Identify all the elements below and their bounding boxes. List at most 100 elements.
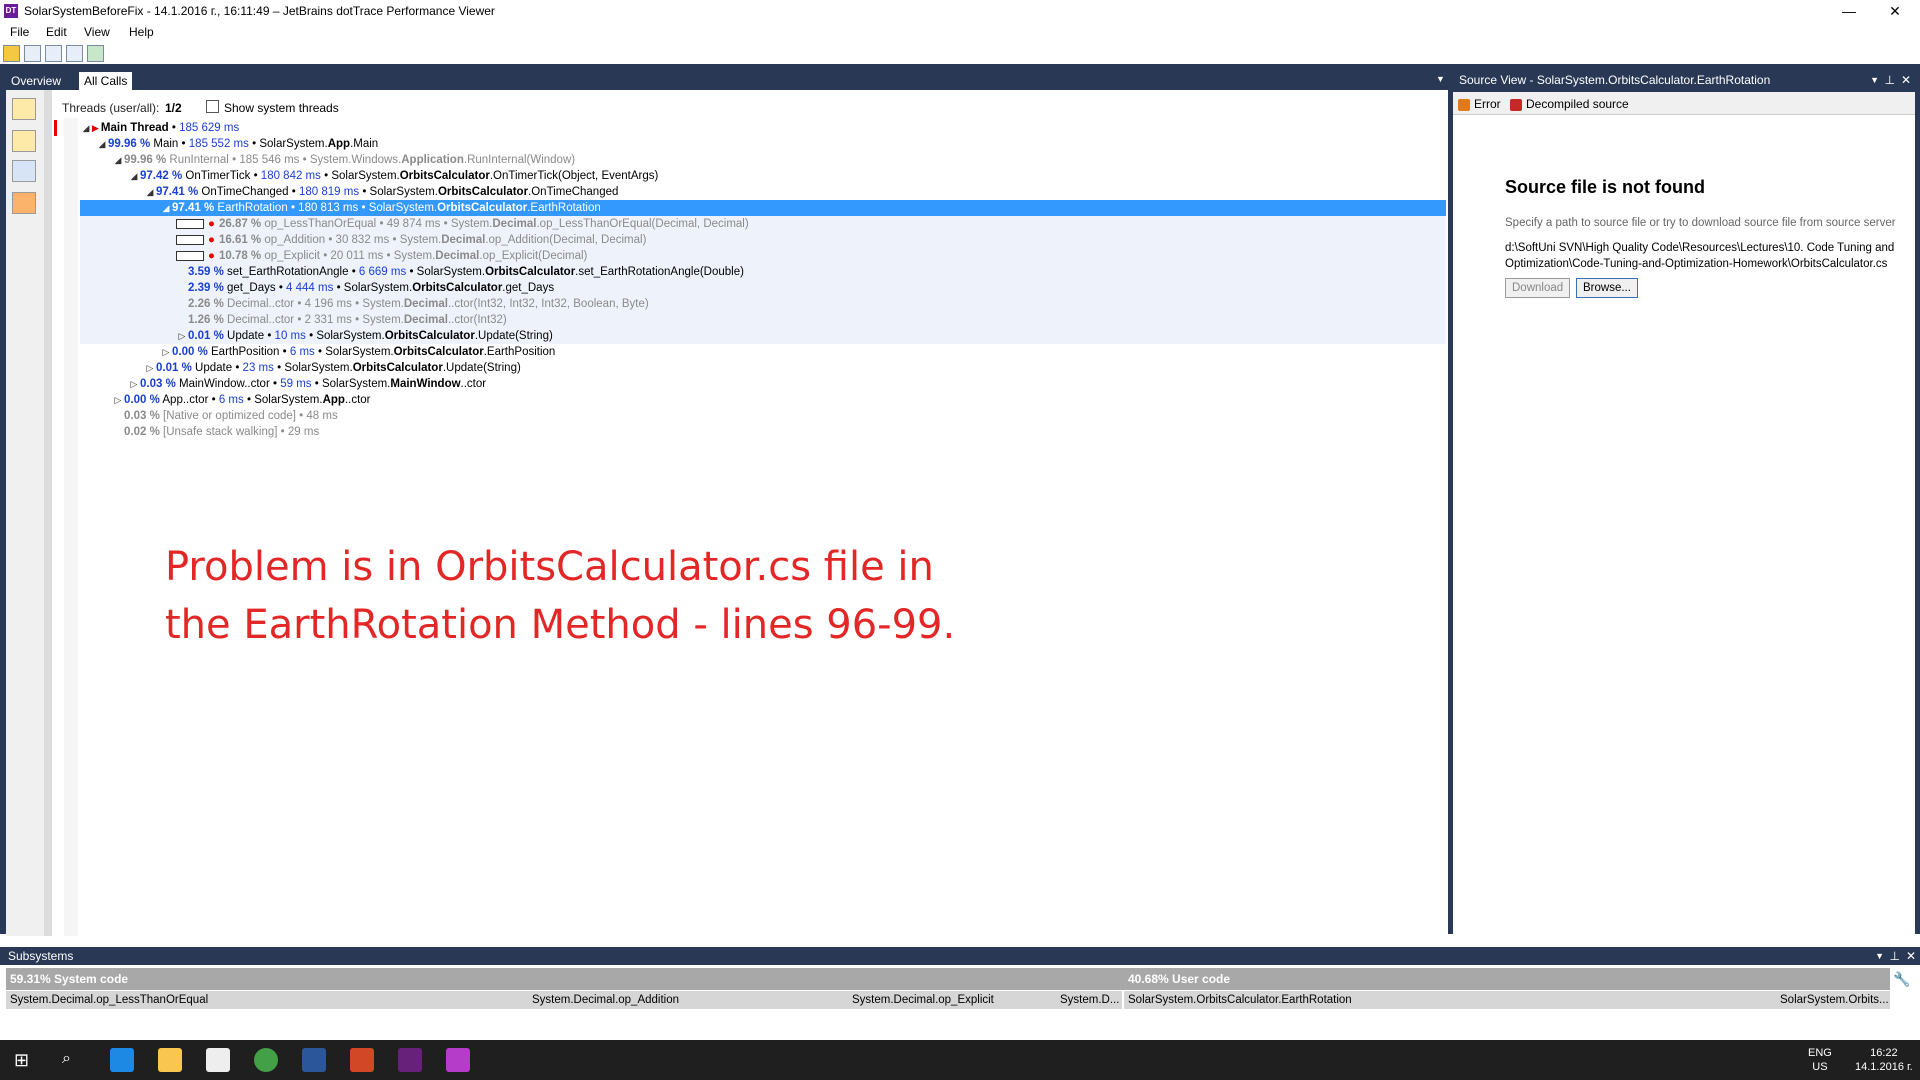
call-tree-row[interactable]: 1.26 % Decimal..ctor • 2 331 ms • System… xyxy=(80,312,1446,328)
edge-icon[interactable] xyxy=(110,1048,134,1072)
dottrace-icon[interactable] xyxy=(446,1048,470,1072)
sig-post: .Update(String) xyxy=(474,330,553,342)
sig-post: .set_EarthRotationAngle(Double) xyxy=(575,266,744,278)
subsystem-cell[interactable]: System.D... xyxy=(1056,991,1123,1009)
show-system-threads-label: Show system threads xyxy=(224,101,339,115)
tab-overview[interactable]: Overview xyxy=(6,72,66,90)
call-tree-row[interactable]: ▷ 0.01 % Update • 10 ms • SolarSystem.Orb… xyxy=(80,328,1446,344)
expand-toggle-icon[interactable]: ◢ xyxy=(80,120,92,136)
tab-all-calls[interactable]: All Calls xyxy=(79,72,133,90)
subsystems-pin-icon[interactable]: ⊥ xyxy=(1890,947,1900,965)
call-tree-row[interactable]: 2.39 % get_Days • 4 444 ms • SolarSystem… xyxy=(80,280,1446,296)
row-name: Main xyxy=(153,138,179,150)
menu-edit[interactable]: Edit xyxy=(46,25,67,39)
subsystem-cell[interactable]: SolarSystem.Orbits... xyxy=(1776,991,1891,1009)
row-signature: System.Decimal.op_Addition(Decimal, Deci… xyxy=(400,234,647,246)
store-icon[interactable] xyxy=(206,1048,230,1072)
call-tree-row[interactable]: 0.03 % [Native or optimized code] • 48 m… xyxy=(0,408,338,424)
call-tree-row[interactable]: ▷ 0.01 % Update • 23 ms • SolarSystem.Orb… xyxy=(0,360,521,376)
call-tree-row[interactable]: ● 16.61 % op_Addition • 30 832 ms • Syste… xyxy=(80,232,1446,248)
row-name: MainWindow..ctor xyxy=(179,378,270,390)
user-code-bar[interactable]: 40.68% User code xyxy=(1124,968,1891,990)
call-tree-row[interactable]: ▷ 0.00 % App..ctor • 6 ms • SolarSystem.A… xyxy=(0,392,371,408)
language-indicator[interactable]: ENG US xyxy=(1808,1046,1832,1074)
sig-class: OrbitsCalculator xyxy=(384,330,475,342)
system-code-bar[interactable]: 59.31% System code xyxy=(6,968,1125,990)
download-button[interactable]: Download xyxy=(1505,278,1571,298)
decompile-icon xyxy=(1510,98,1522,111)
snapshot-icon[interactable] xyxy=(45,45,62,62)
call-tree-row-selected[interactable]: ◢ 97.41 % EarthRotation • 180 813 ms • So… xyxy=(80,200,1446,216)
row-time: 23 ms xyxy=(242,362,274,374)
word-icon[interactable] xyxy=(302,1048,326,1072)
row-signature: SolarSystem.OrbitsCalculator.set_EarthRo… xyxy=(417,266,744,278)
expand-toggle-icon[interactable]: ▷ xyxy=(112,392,124,408)
minimize-button[interactable]: — xyxy=(1826,0,1872,22)
close-button[interactable]: ✕ xyxy=(1872,0,1918,22)
browse-button[interactable]: Browse... xyxy=(1576,278,1638,298)
subsystem-cell[interactable]: System.Decimal.op_LessThanOrEqual xyxy=(6,991,529,1009)
menu-view[interactable]: View xyxy=(84,25,110,39)
menu-bar xyxy=(0,22,1920,42)
call-tree-row[interactable]: ◢ 97.42 % OnTimerTick • 180 842 ms • Sola… xyxy=(0,168,659,184)
call-tree-row[interactable]: ● 26.87 % op_LessThanOrEqual • 49 874 ms … xyxy=(80,216,1446,232)
subsystem-cell[interactable]: System.Decimal.op_Explicit xyxy=(848,991,1057,1009)
row-signature: SolarSystem.OrbitsCalculator.EarthPositi… xyxy=(325,346,555,358)
open-folder-icon[interactable] xyxy=(3,45,20,62)
call-tree-row[interactable]: 0.02 % [Unsafe stack walking] • 29 ms xyxy=(0,424,319,440)
call-tree-icon[interactable] xyxy=(12,98,36,120)
show-system-threads-checkbox[interactable] xyxy=(206,100,219,113)
chrome-icon[interactable] xyxy=(254,1048,278,1072)
expand-toggle-icon[interactable]: ▷ xyxy=(144,360,156,376)
call-tree-row[interactable]: ● 10.78 % op_Explicit • 20 011 ms • Syste… xyxy=(80,248,1446,264)
expand-toggle-icon[interactable]: ◢ xyxy=(112,152,124,168)
call-tree-row[interactable]: ◢ 97.41 % OnTimeChanged • 180 819 ms • So… xyxy=(0,184,619,200)
row-time: 185 629 ms xyxy=(179,122,240,134)
subsystems-dropdown-icon[interactable]: ▼ xyxy=(1875,947,1884,965)
sig-class: OrbitsCalculator xyxy=(485,266,576,278)
call-tree-row[interactable]: 3.59 % set_EarthRotationAngle • 6 669 ms… xyxy=(80,264,1446,280)
call-tree-row[interactable]: ▷ 0.00 % EarthPosition • 6 ms • SolarSyst… xyxy=(0,344,556,360)
expand-toggle-icon[interactable]: ◢ xyxy=(144,184,156,200)
expand-toggle-icon[interactable]: ▷ xyxy=(160,344,172,360)
menu-help[interactable]: Help xyxy=(129,25,154,39)
expand-toggle-icon[interactable]: ▷ xyxy=(128,376,140,392)
sig-class: MainWindow xyxy=(390,378,461,390)
compare-icon[interactable] xyxy=(66,45,83,62)
row-percent: 26.87 % xyxy=(218,218,262,230)
time-bar xyxy=(176,218,204,229)
subsystem-cell[interactable]: System.Decimal.op_Addition xyxy=(528,991,849,1009)
app-icon: DT xyxy=(4,4,18,18)
expand-toggle-icon[interactable]: ◢ xyxy=(96,136,108,152)
call-tree-row[interactable]: ◢ 99.96 % RunInternal • 185 546 ms • Syst… xyxy=(0,152,576,168)
tabs-dropdown-icon[interactable]: ▼ xyxy=(1436,74,1445,84)
expand-toggle-icon[interactable]: ◢ xyxy=(128,168,140,184)
visual-studio-icon[interactable] xyxy=(398,1048,422,1072)
search-icon[interactable]: ⌕ xyxy=(62,1050,71,1068)
menu-file[interactable]: File xyxy=(10,25,29,39)
powerpoint-icon[interactable] xyxy=(350,1048,374,1072)
pin-dropdown-icon[interactable]: ▼ xyxy=(1870,70,1879,90)
tab-error[interactable]: Error xyxy=(1458,96,1501,112)
subsystems-close-icon[interactable]: ✕ xyxy=(1906,947,1916,965)
clock[interactable]: 16:22 14.1.2016 г. xyxy=(1855,1046,1913,1074)
start-icon[interactable]: ⊞ xyxy=(14,1050,29,1071)
expand-toggle-icon[interactable]: ▷ xyxy=(176,328,188,344)
call-tree-row[interactable]: ◢ ▶ Main Thread • 185 629 ms xyxy=(0,120,240,136)
call-tree-row[interactable]: ▷ 0.03 % MainWindow..ctor • 59 ms • Solar… xyxy=(0,376,487,392)
save-icon[interactable] xyxy=(24,45,41,62)
tab-decompiled-source[interactable]: Decompiled source xyxy=(1510,96,1629,112)
sig-class: OrbitsCalculator xyxy=(437,202,528,214)
sig-post: ..ctor xyxy=(460,378,487,390)
pin-icon[interactable]: ⊥ xyxy=(1885,70,1895,90)
call-tree-row[interactable]: 2.26 % Decimal..ctor • 4 196 ms • System… xyxy=(80,296,1446,312)
explorer-icon[interactable] xyxy=(158,1048,182,1072)
subsystem-cell[interactable]: SolarSystem.OrbitsCalculator.EarthRotati… xyxy=(1124,991,1777,1009)
wrench-icon[interactable]: 🔧 xyxy=(1890,968,1914,990)
row-signature: System.Decimal..ctor(Int32) xyxy=(362,314,506,326)
call-tree-row[interactable]: ◢ 99.96 % Main • 185 552 ms • SolarSystem… xyxy=(0,136,379,152)
expand-toggle-icon[interactable]: ◢ xyxy=(160,200,172,216)
panel-splitter[interactable] xyxy=(44,90,52,936)
refresh-icon[interactable] xyxy=(87,45,104,62)
source-close-icon[interactable]: ✕ xyxy=(1901,70,1911,90)
